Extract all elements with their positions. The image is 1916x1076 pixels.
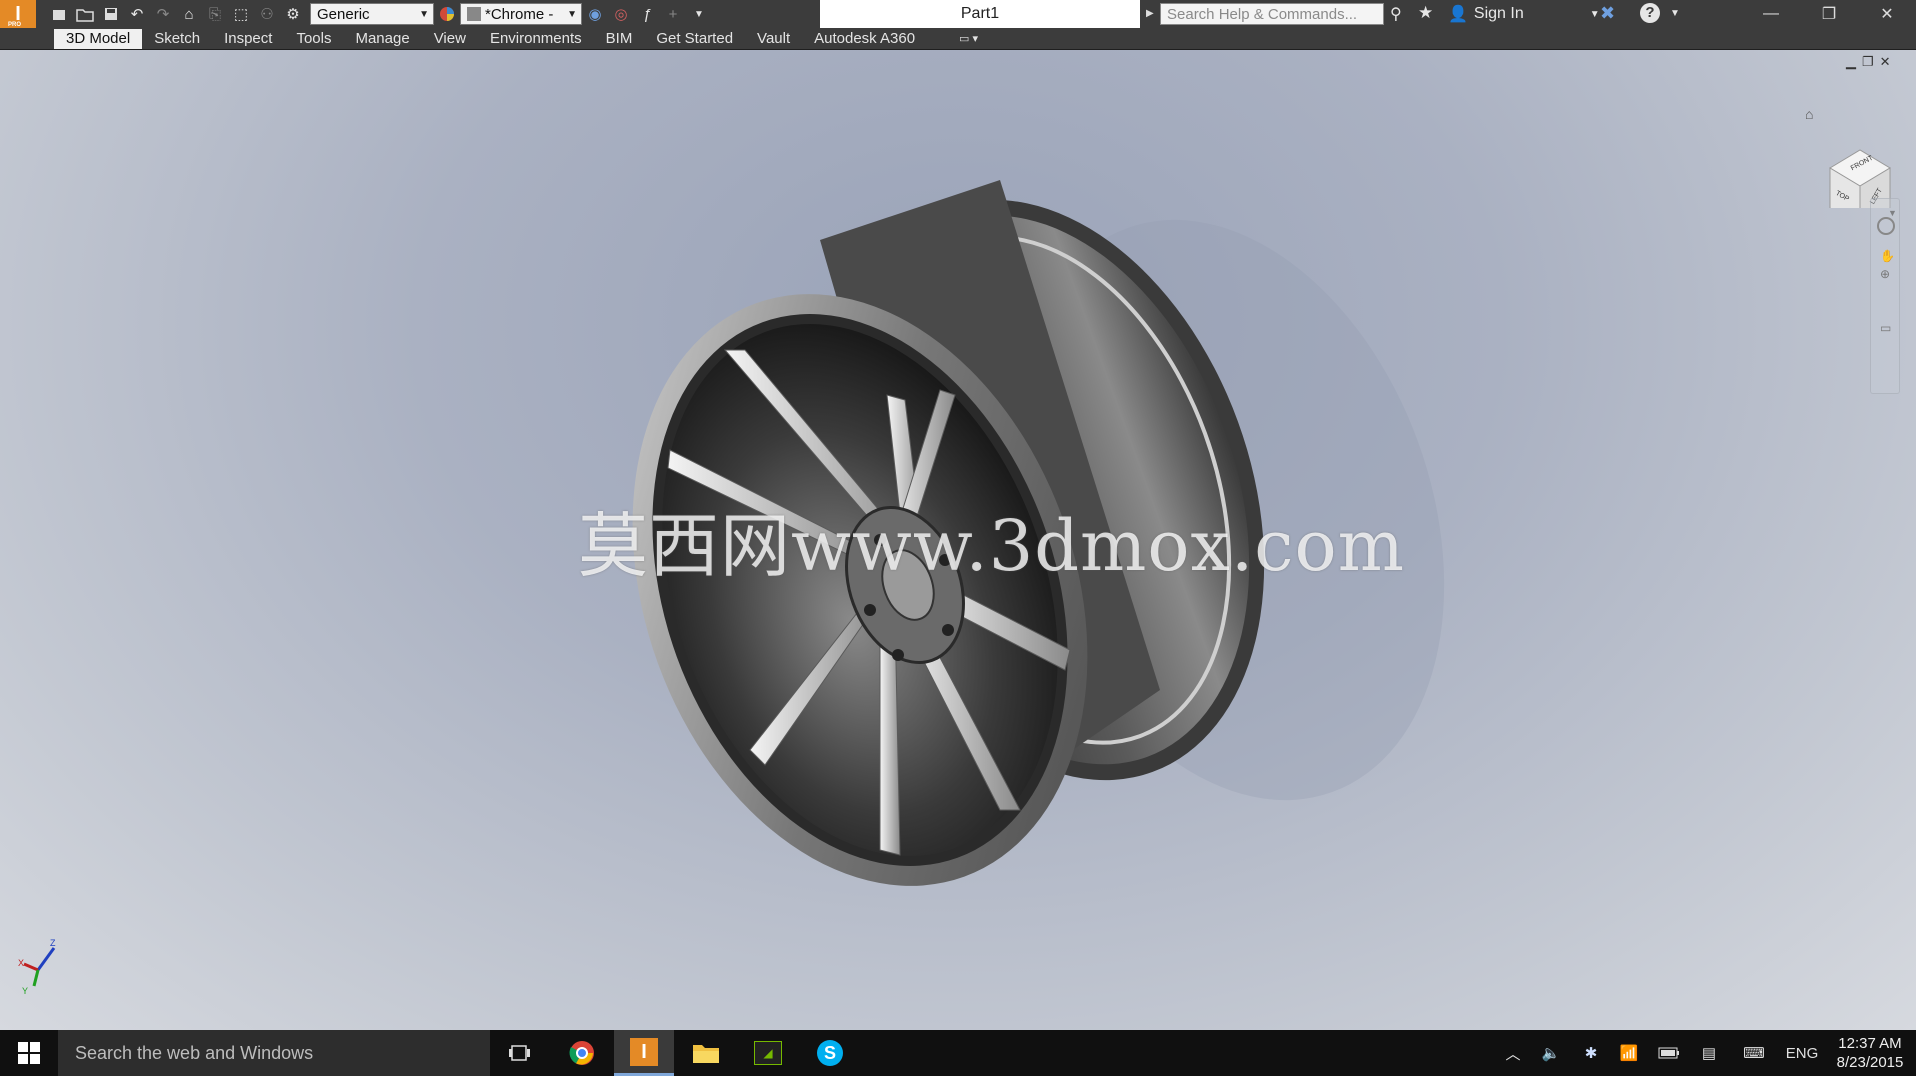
tab-vault[interactable]: Vault [745,29,802,49]
watermark-text: 莫西网www.3dmox.com [578,505,1406,587]
bluetooth-icon[interactable]: ✱ [1578,1030,1604,1076]
chevron-down-icon[interactable]: ▼ [1670,8,1680,19]
axis-z-label: Z [50,938,56,948]
tab-manage[interactable]: Manage [343,29,421,49]
chevron-down-icon: ▼ [1589,8,1600,20]
return-icon[interactable]: ⎘ [202,2,228,26]
nvidia-icon[interactable]: ◢ [738,1030,798,1076]
tab-bim[interactable]: BIM [594,29,645,49]
tab-inspect[interactable]: Inspect [212,29,284,49]
sign-in-button[interactable]: 👤 Sign In ▼ [1448,0,1600,28]
windows-logo-icon [18,1042,40,1064]
inventor-app-icon[interactable]: I PRO [0,0,36,28]
material-swatch-icon [467,7,481,21]
chrome-icon[interactable] [552,1030,612,1076]
inventor-taskbar-icon[interactable]: I [614,1030,674,1076]
volume-icon[interactable]: 🔈 [1536,1030,1566,1076]
ribbon-display-options-icon[interactable]: ▭ ▾ [947,29,990,49]
skype-logo-icon: S [817,1040,843,1066]
customize-dropdown-icon[interactable]: ▼ [686,2,712,26]
parameters-icon[interactable]: ƒ [634,2,660,26]
material-select-value: *Chrome - [485,5,554,23]
windows-taskbar: Search the web and Windows I ◢ S ︿ 🔈 ✱ 📶… [0,1030,1916,1076]
nvidia-logo-icon: ◢ [754,1041,782,1065]
tab-environments[interactable]: Environments [478,29,594,49]
close-button[interactable]: ✕ [1858,0,1916,28]
color-wheel-icon[interactable] [434,2,460,26]
tab-view[interactable]: View [422,29,478,49]
wifi-icon[interactable]: 📶 [1614,1030,1644,1076]
window-title: Part1 [820,0,1140,28]
action-center-icon[interactable]: ▤ [1694,1030,1724,1076]
axis-x-label: X [18,958,25,968]
project-icon[interactable]: ⚇ [254,2,280,26]
redo-icon[interactable]: ↷ [150,2,176,26]
steering-wheel-icon[interactable] [1877,217,1895,235]
user-icon: 👤 [1448,6,1468,23]
open-file-icon[interactable] [72,2,98,26]
update-icon[interactable]: ⚙ [280,2,306,26]
orbit-icon[interactable]: ▭ [1880,321,1899,335]
taskbar-clock[interactable]: 12:37 AM 8/23/2015 [1828,1034,1912,1072]
inventor-logo-icon: I [630,1037,658,1066]
tab-get-started[interactable]: Get Started [644,29,745,49]
title-bar: I PRO ↶ ↷ ⌂ ⎘ ⬚ ⚇ ⚙ Generic ▼ *Chrome - ▼… [0,0,1916,28]
clear-appearance-icon[interactable]: ◎ [608,2,634,26]
select-filter-icon[interactable]: ⬚ [228,2,254,26]
graphics-viewport[interactable]: ▁ ❐ ✕ 莫西网www.3dmox.com ⌂ FRONT TOP LEFT … [0,50,1916,1030]
start-button[interactable] [0,1030,58,1076]
skype-icon[interactable]: S [800,1030,860,1076]
tab-autodesk-a360[interactable]: Autodesk A360 [802,29,927,49]
clock-time: 12:37 AM [1838,1035,1902,1052]
binoculars-icon[interactable]: ⚲ [1390,4,1402,24]
appearance-select-value: Generic [317,5,370,23]
task-view-icon[interactable] [490,1030,550,1076]
home-icon[interactable]: ⌂ [176,2,202,26]
save-icon[interactable] [98,2,124,26]
new-file-icon[interactable] [46,2,72,26]
language-indicator[interactable]: ENG [1782,1030,1822,1076]
exchange-apps-icon[interactable]: ✖ [1600,3,1615,24]
taskbar-search-input[interactable]: Search the web and Windows [58,1030,490,1076]
show-hidden-icons-icon[interactable]: ︿ [1500,1030,1526,1076]
clock-date: 8/23/2015 [1836,1054,1904,1071]
chevron-down-icon: ▼ [567,9,577,20]
undo-icon[interactable]: ↶ [124,2,150,26]
chevron-right-icon: ▶ [1146,8,1154,19]
minimize-button[interactable]: — [1742,0,1800,28]
quick-access-toolbar: I PRO ↶ ↷ ⌂ ⎘ ⬚ ⚇ ⚙ Generic ▼ *Chrome - ▼… [0,0,712,28]
appearance-select[interactable]: Generic ▼ [310,3,434,25]
favorites-star-icon[interactable]: ★ [1418,3,1433,23]
axis-y-label: Y [22,986,29,996]
battery-icon[interactable] [1654,1030,1684,1076]
view-cube-graphic [1829,149,1891,208]
zoom-icon[interactable]: ⊕ [1880,267,1899,281]
adjust-icon[interactable]: ◉ [582,2,608,26]
material-select[interactable]: *Chrome - ▼ [460,3,582,25]
ribbon-tabs: 3D Model Sketch Inspect Tools Manage Vie… [0,28,1916,50]
help-search-input[interactable]: Search Help & Commands... [1160,3,1384,25]
help-icon[interactable]: ? [1640,3,1660,23]
file-explorer-icon[interactable] [676,1030,736,1076]
keyboard-icon[interactable]: ⌨ [1734,1030,1774,1076]
chevron-down-icon: ▼ [419,9,429,20]
navigation-bar: ✋ ⊕ ▭ [1870,198,1900,394]
pan-icon[interactable]: ✋ [1880,249,1899,263]
tab-tools[interactable]: Tools [284,29,343,49]
restore-button[interactable]: ❐ [1800,0,1858,28]
axis-triad: X Y Z [18,938,68,1005]
measure-icon[interactable]: + [660,2,686,26]
sign-in-label: Sign In [1473,5,1524,22]
tab-3d-model[interactable]: 3D Model [54,28,143,49]
tab-sketch[interactable]: Sketch [142,29,212,49]
